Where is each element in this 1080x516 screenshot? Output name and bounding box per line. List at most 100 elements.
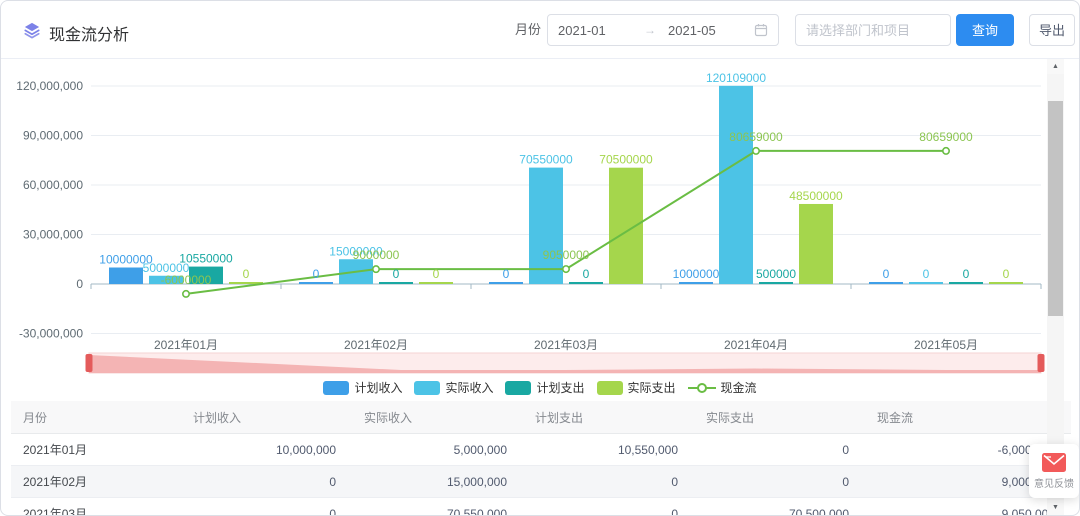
chart-bar[interactable] [489, 282, 523, 284]
bar-value-label: 0 [883, 267, 890, 281]
date-range-picker[interactable]: 2021-01 → 2021-05 [547, 14, 779, 46]
chart-bar[interactable] [799, 204, 833, 284]
x-axis-label: 2021年02月 [344, 338, 408, 352]
chart-bar[interactable] [529, 168, 563, 284]
cashflow-point[interactable] [943, 148, 949, 154]
toolbar: 现金流分析 月份 2021-01 → 2021-05 查询 导出 [1, 1, 1079, 59]
x-axis-label: 2021年05月 [914, 338, 978, 352]
table-cell: 0 [694, 434, 865, 466]
chart-bar[interactable] [109, 268, 143, 285]
bar-value-label: 0 [583, 267, 590, 281]
line-value-label: 9050000 [543, 248, 590, 262]
cashflow-table: 月份计划收入实际收入计划支出实际支出现金流 2021年01月10,000,000… [11, 401, 1071, 516]
chart-bar[interactable] [299, 282, 333, 284]
chart-bar[interactable] [869, 282, 903, 284]
x-axis-label: 2021年04月 [724, 338, 788, 352]
legend-item[interactable]: 现金流 [688, 379, 757, 396]
feedback-label: 意见反馈 [1034, 475, 1074, 490]
cashflow-chart: 120,000,00090,000,00060,000,00030,000,00… [1, 59, 1080, 376]
date-start-value[interactable]: 2021-01 [558, 23, 638, 38]
chart-bar[interactable] [569, 282, 603, 284]
table-cell: 15,000,000 [352, 466, 523, 498]
datazoom-handle-left[interactable] [86, 354, 93, 372]
query-button[interactable]: 查询 [956, 14, 1014, 46]
table-cell: 0 [694, 466, 865, 498]
legend-swatch [414, 381, 440, 395]
chart-bar[interactable] [989, 282, 1023, 284]
chart-bar[interactable] [419, 282, 453, 284]
bar-value-label: 0 [433, 267, 440, 281]
legend-line-swatch [688, 381, 716, 395]
legend-item[interactable]: 计划支出 [505, 379, 584, 396]
chart-bar[interactable] [759, 282, 793, 284]
table-header-cell: 实际支出 [694, 401, 865, 434]
legend-label: 实际收入 [445, 379, 493, 396]
chart-bar[interactable] [609, 168, 643, 284]
x-axis-label: 2021年01月 [154, 338, 218, 352]
bar-value-label: 48500000 [789, 189, 843, 203]
table-cell: 0 [181, 466, 352, 498]
chart-bar[interactable] [679, 282, 713, 284]
department-project-input[interactable] [795, 14, 951, 46]
table-cell: 2021年01月 [11, 434, 181, 466]
legend-line-dot [697, 383, 707, 393]
table-header-cell: 现金流 [865, 401, 1071, 434]
chart-bar[interactable] [379, 282, 413, 284]
bar-value-label: 10550000 [179, 252, 233, 266]
scroll-down-button[interactable]: ▼ [1047, 500, 1064, 515]
bar-value-label: 1000000 [673, 267, 720, 281]
table-cell: 9,050,000 [865, 498, 1071, 516]
chart-legend: 计划收入 实际收入 计划支出 实际支出现金流 [1, 379, 1079, 396]
table-cell: 0 [523, 498, 694, 516]
bar-value-label: 0 [503, 267, 510, 281]
legend-label: 计划收入 [354, 379, 402, 396]
table-cell: 70,500,000 [694, 498, 865, 516]
y-axis-label: -30,000,000 [19, 327, 83, 341]
calendar-icon [754, 23, 768, 37]
table-row[interactable]: 2021年03月070,550,000070,500,0009,050,000 [11, 498, 1071, 516]
chart-bar[interactable] [949, 282, 983, 284]
table-cell: 2021年03月 [11, 498, 181, 516]
scroll-up-button[interactable]: ▲ [1047, 59, 1064, 74]
legend-swatch [323, 381, 349, 395]
table-cell: 10,000,000 [181, 434, 352, 466]
feedback-widget[interactable]: 意见反馈 [1029, 444, 1079, 498]
legend-item[interactable]: 实际支出 [597, 379, 676, 396]
cashflow-point[interactable] [183, 291, 189, 297]
bar-value-label: 70500000 [599, 153, 653, 167]
legend-swatch [505, 381, 531, 395]
export-button[interactable]: 导出 [1029, 14, 1075, 46]
legend-label: 实际支出 [628, 379, 676, 396]
bar-value-label: 0 [923, 267, 930, 281]
layers-icon [23, 21, 41, 39]
table-header-cell: 计划收入 [181, 401, 352, 434]
legend-item[interactable]: 计划收入 [323, 379, 402, 396]
scrollbar-thumb[interactable] [1048, 101, 1063, 316]
table-header-row: 月份计划收入实际收入计划支出实际支出现金流 [11, 401, 1071, 434]
legend-item[interactable]: 实际收入 [414, 379, 493, 396]
cashflow-analysis-card: 现金流分析 月份 2021-01 → 2021-05 查询 导出 120,000… [0, 0, 1080, 516]
table-row[interactable]: 2021年01月10,000,0005,000,00010,550,0000-6… [11, 434, 1071, 466]
legend-label: 计划支出 [536, 379, 584, 396]
line-value-label: -6000000 [161, 273, 212, 287]
line-value-label: 9000000 [353, 248, 400, 262]
y-axis-label: 30,000,000 [23, 228, 83, 242]
cashflow-point[interactable] [753, 148, 759, 154]
date-end-value[interactable]: 2021-05 [662, 23, 748, 38]
bar-value-label: 0 [1003, 267, 1010, 281]
chart-bar[interactable] [909, 282, 943, 284]
cashflow-point[interactable] [373, 266, 379, 272]
table-header-cell: 计划支出 [523, 401, 694, 434]
table-cell: 10,550,000 [523, 434, 694, 466]
table-cell: 2021年02月 [11, 466, 181, 498]
table-header-cell: 月份 [11, 401, 181, 434]
line-value-label: 80659000 [919, 130, 973, 144]
bar-value-label: 0 [313, 267, 320, 281]
datazoom-handle-right[interactable] [1038, 354, 1045, 372]
month-field-label: 月份 [515, 1, 541, 59]
y-axis-label: 0 [76, 277, 83, 291]
bar-value-label: 500000 [756, 267, 796, 281]
chart-bar[interactable] [719, 86, 753, 284]
table-row[interactable]: 2021年02月015,000,000009,000,000 [11, 466, 1071, 498]
cashflow-point[interactable] [563, 266, 569, 272]
